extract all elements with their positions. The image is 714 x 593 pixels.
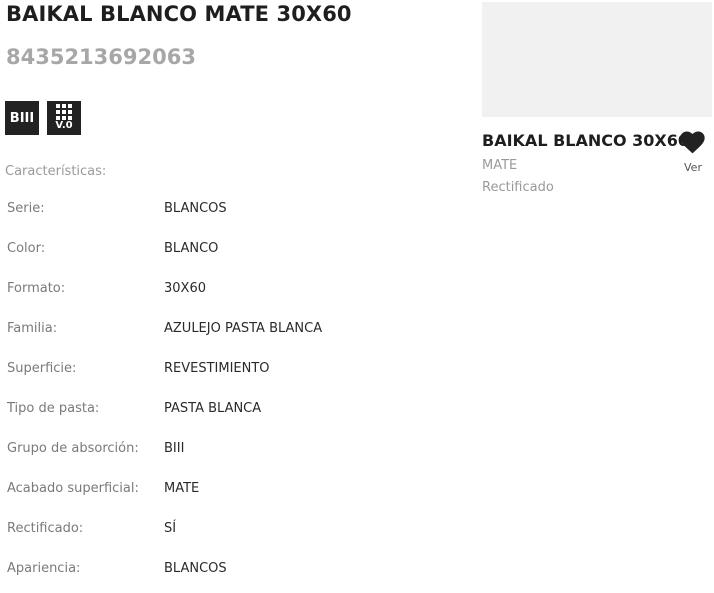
view-link[interactable]: Ver xyxy=(684,161,702,174)
spec-label: Superficie: xyxy=(7,361,77,376)
product-title: BAIKAL BLANCO MATE 30X60 xyxy=(6,2,352,26)
related-product-finish: MATE xyxy=(482,158,518,173)
heart-icon[interactable] xyxy=(680,131,705,154)
characteristics-heading: Características: xyxy=(5,164,107,179)
product-ean: 8435213692063 xyxy=(6,45,196,69)
spec-value: AZULEJO PASTA BLANCA xyxy=(164,321,323,336)
spec-label: Acabado superficial: xyxy=(7,481,139,496)
spec-value: BIII xyxy=(164,441,185,456)
spec-row: Grupo de absorción: BIII xyxy=(0,433,460,473)
spec-row: Tipo de pasta: PASTA BLANCA xyxy=(0,393,460,433)
spec-label: Grupo de absorción: xyxy=(7,441,139,456)
related-product-title[interactable]: BAIKAL BLANCO 30X60 xyxy=(482,131,689,150)
absorption-badge: BIII xyxy=(5,101,39,135)
spec-value: PASTA BLANCA xyxy=(164,401,262,416)
related-product-image[interactable] xyxy=(482,2,712,117)
related-product-edge: Rectificado xyxy=(482,180,554,195)
spec-label: Apariencia: xyxy=(7,561,81,576)
absorption-badge-label: BIII xyxy=(9,110,35,126)
specs-list: Serie: BLANCOS Color: BLANCO Formato: 30X60… xyxy=(0,193,460,593)
spec-label: Familia: xyxy=(7,321,58,336)
grid-icon xyxy=(56,104,72,120)
spec-row: Familia: AZULEJO PASTA BLANCA xyxy=(0,313,460,353)
spec-value: BLANCO xyxy=(164,241,219,256)
spec-label: Rectificado: xyxy=(7,521,84,536)
version-badge-label: V.0 xyxy=(55,120,73,131)
spec-value: 30X60 xyxy=(164,281,206,296)
version-badge: V.0 xyxy=(47,101,81,135)
spec-label: Tipo de pasta: xyxy=(7,401,100,416)
spec-row: Superficie: REVESTIMIENTO xyxy=(0,353,460,393)
spec-label: Serie: xyxy=(7,201,45,216)
spec-value: BLANCOS xyxy=(164,561,227,576)
spec-label: Color: xyxy=(7,241,46,256)
spec-row: Serie: BLANCOS xyxy=(0,193,460,233)
spec-row: Color: BLANCO xyxy=(0,233,460,273)
spec-value: REVESTIMIENTO xyxy=(164,361,270,376)
spec-row: Apariencia: BLANCOS xyxy=(0,553,460,593)
spec-value: SÍ xyxy=(164,521,177,536)
spec-value: BLANCOS xyxy=(164,201,227,216)
spec-row: Formato: 30X60 xyxy=(0,273,460,313)
spec-label: Formato: xyxy=(7,281,66,296)
spec-value: MATE xyxy=(164,481,200,496)
spec-row: Rectificado: SÍ xyxy=(0,513,460,553)
spec-row: Acabado superficial: MATE xyxy=(0,473,460,513)
